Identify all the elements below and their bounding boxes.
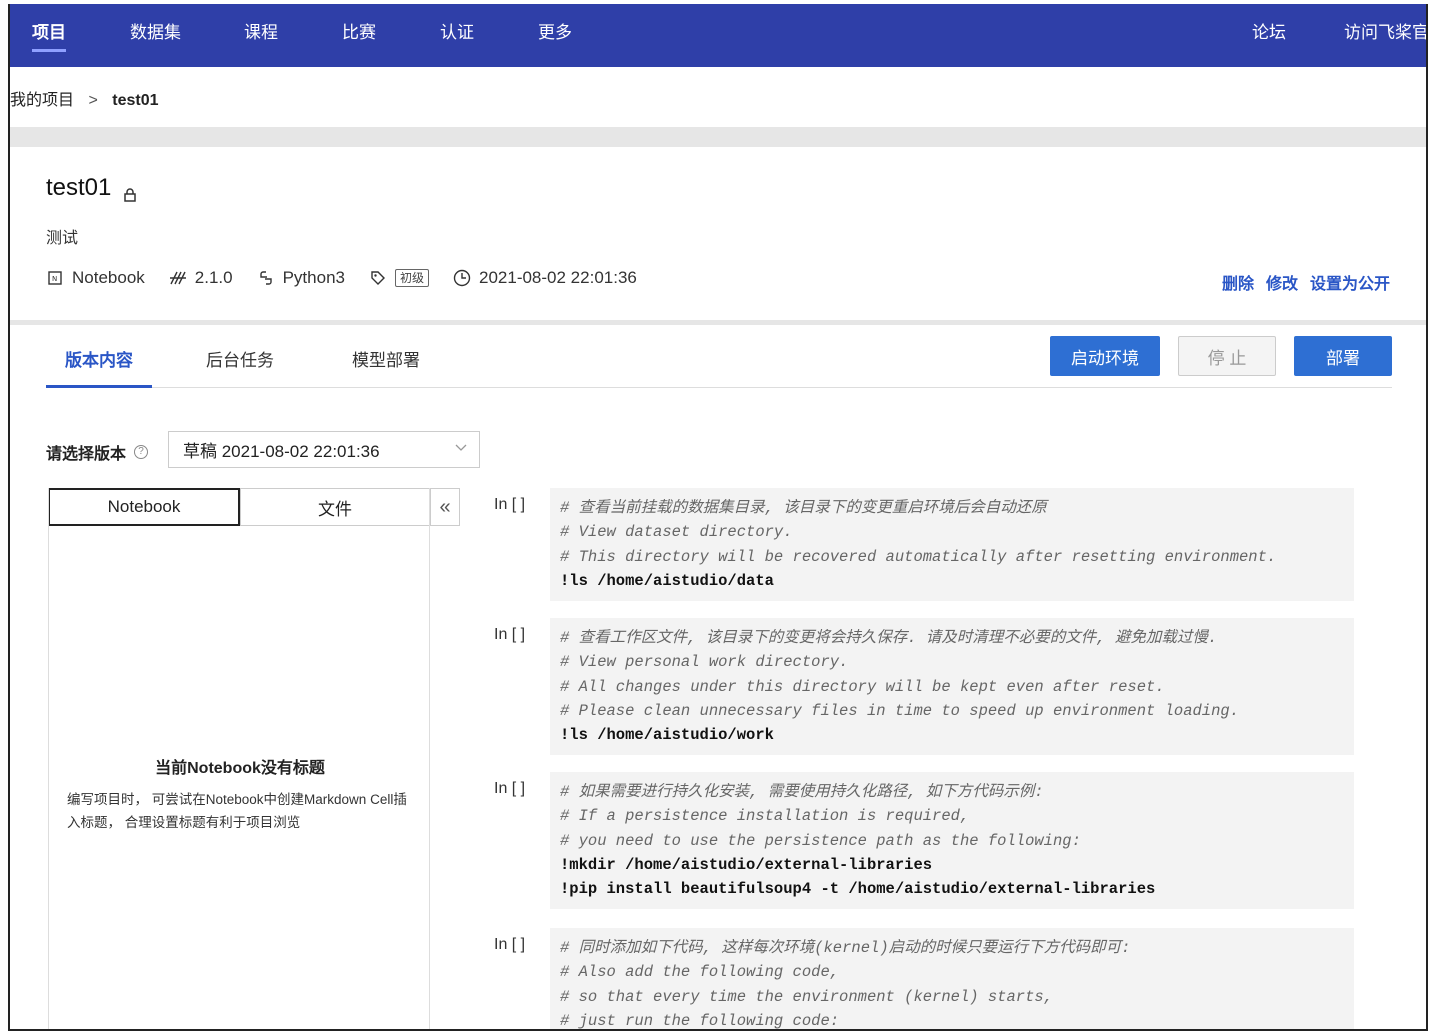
project-meta: N Notebook 2.1.0 Python3 初级 2021-08-02 2…: [46, 268, 661, 288]
cell-prompt: In [ ]: [494, 626, 526, 643]
meta-language-label: Python3: [282, 268, 345, 287]
code-comment-line: # 查看工作区文件, 该目录下的变更将会持久保存. 请及时清理不必要的文件, 避…: [560, 629, 1218, 647]
code-command-line: !ls /home/aistudio/work: [560, 726, 774, 745]
nav-item-paddle-site[interactable]: 访问飞桨官: [1344, 18, 1426, 52]
nav-item-courses[interactable]: 课程: [244, 18, 278, 52]
meta-time: 2021-08-02 22:01:36: [453, 268, 637, 288]
code-command-line: !pip install beautifulsoup4 -t /home/ais…: [560, 880, 1156, 899]
help-icon[interactable]: ?: [134, 445, 149, 459]
breadcrumb: 我的项目 > test01: [10, 86, 159, 110]
code-comment-line: # Also add the following code,: [560, 963, 840, 982]
lock-icon: [123, 181, 137, 202]
breadcrumb-my-projects[interactable]: 我的项目: [10, 92, 74, 109]
cell-code[interactable]: # 如果需要进行持久化安装, 需要使用持久化路径, 如下方代码示例: # If a…: [550, 772, 1354, 910]
header-divider: [10, 320, 1426, 325]
version-select-label: 请选择版本 ?: [46, 440, 149, 464]
nav-item-datasets[interactable]: 数据集: [130, 18, 181, 52]
breadcrumb-current: test01: [112, 92, 159, 109]
meta-version: 2.1.0: [169, 268, 233, 288]
code-command-line: !ls /home/aistudio/data: [560, 571, 774, 590]
tab-background-tasks[interactable]: 后台任务: [206, 346, 274, 388]
meta-type: N Notebook: [46, 268, 145, 288]
collapse-panel-button[interactable]: «: [430, 488, 460, 526]
cell-code[interactable]: # 查看工作区文件, 该目录下的变更将会持久保存. 请及时清理不必要的文件, 避…: [550, 618, 1354, 756]
nav-item-more[interactable]: 更多: [538, 18, 572, 52]
meta-version-label: 2.1.0: [194, 268, 233, 287]
code-comment-line: # 如果需要进行持久化安装, 需要使用持久化路径, 如下方代码示例:: [560, 783, 1044, 801]
deploy-button[interactable]: 部署: [1294, 336, 1392, 376]
section-divider: [10, 127, 1426, 147]
version-select-value: 草稿 2021-08-02 22:01:36: [183, 442, 380, 461]
top-nav: 项目 数据集 课程 比赛 认证 更多 论坛 访问飞桨官: [10, 4, 1426, 67]
delete-link[interactable]: 删除: [1222, 270, 1254, 294]
version-select[interactable]: 草稿 2021-08-02 22:01:36: [168, 431, 480, 468]
meta-level: 初级: [369, 269, 429, 287]
empty-outline-title: 当前Notebook没有标题: [155, 760, 325, 777]
project-title: test01: [46, 174, 112, 201]
project-description: 测试: [46, 230, 79, 247]
cell-prompt: In [ ]: [494, 780, 526, 797]
code-comment-line: # just run the following code:: [560, 1011, 840, 1030]
app-frame: 项目 数据集 课程 比赛 认证 更多 论坛 访问飞桨官 我的项目 > test0…: [8, 4, 1428, 1031]
code-comment-line: # so that every time the environment (ke…: [560, 987, 1053, 1006]
cell-code[interactable]: # 查看当前挂载的数据集目录, 该目录下的变更重启环境后会自动还原 # View …: [550, 488, 1354, 602]
python-icon: [257, 269, 275, 287]
stop-button[interactable]: 停 止: [1178, 336, 1276, 376]
code-comment-line: # Please clean unnecessary files in time…: [560, 701, 1240, 720]
nav-item-projects[interactable]: 项目: [32, 18, 66, 52]
meta-type-label: Notebook: [72, 268, 145, 287]
version-label-text: 请选择版本: [46, 446, 127, 463]
tab-model-deploy[interactable]: 模型部署: [352, 346, 420, 388]
outline-panel: 当前Notebook没有标题 编写项目时， 可尝试在Notebook中创建Mar…: [48, 488, 430, 1029]
code-comment-line: # View dataset directory.: [560, 523, 793, 542]
chevron-down-icon: [455, 440, 467, 456]
make-public-link[interactable]: 设置为公开: [1310, 270, 1390, 294]
project-actions: 删除 修改 设置为公开: [1222, 270, 1390, 294]
start-env-button[interactable]: 启动环境: [1050, 336, 1160, 376]
meta-time-label: 2021-08-02 22:01:36: [479, 268, 637, 287]
code-comment-line: # 同时添加如下代码, 这样每次环境(kernel)启动的时候只要运行下方代码即…: [560, 939, 1131, 957]
cell-prompt: In [ ]: [494, 936, 526, 953]
meta-language: Python3: [257, 268, 345, 288]
level-badge: 初级: [394, 269, 429, 287]
edit-link[interactable]: 修改: [1266, 270, 1298, 294]
code-command-line: !mkdir /home/aistudio/external-libraries: [560, 855, 933, 874]
notebook-icon: N: [46, 269, 64, 287]
code-comment-line: # This directory will be recovered autom…: [560, 547, 1277, 566]
cell-prompt: In [ ]: [494, 496, 526, 513]
empty-outline-description: 编写项目时， 可尝试在Notebook中创建Markdown Cell插入标题，…: [67, 792, 407, 830]
code-comment-line: # All changes under this directory will …: [560, 677, 1165, 696]
code-comment-line: # you need to use the persistence path a…: [560, 831, 1081, 850]
clock-icon: [453, 269, 471, 287]
svg-text:N: N: [52, 275, 57, 283]
project-title-row: test01: [46, 174, 137, 202]
tag-icon: [369, 269, 387, 287]
breadcrumb-separator: >: [88, 92, 98, 109]
paddle-icon: [169, 269, 187, 287]
nav-item-forum[interactable]: 论坛: [1252, 18, 1286, 52]
code-comment-line: # 查看当前挂载的数据集目录, 该目录下的变更重启环境后会自动还原: [560, 499, 1047, 517]
code-comment-line: # View personal work directory.: [560, 653, 849, 672]
cell-code[interactable]: # 同时添加如下代码, 这样每次环境(kernel)启动的时候只要运行下方代码即…: [550, 928, 1354, 1030]
nav-item-certification[interactable]: 认证: [440, 18, 474, 52]
code-comment-line: # If a persistence installation is requi…: [560, 807, 970, 826]
nav-item-competitions[interactable]: 比赛: [342, 18, 376, 52]
tab-version-content[interactable]: 版本内容: [46, 346, 152, 388]
